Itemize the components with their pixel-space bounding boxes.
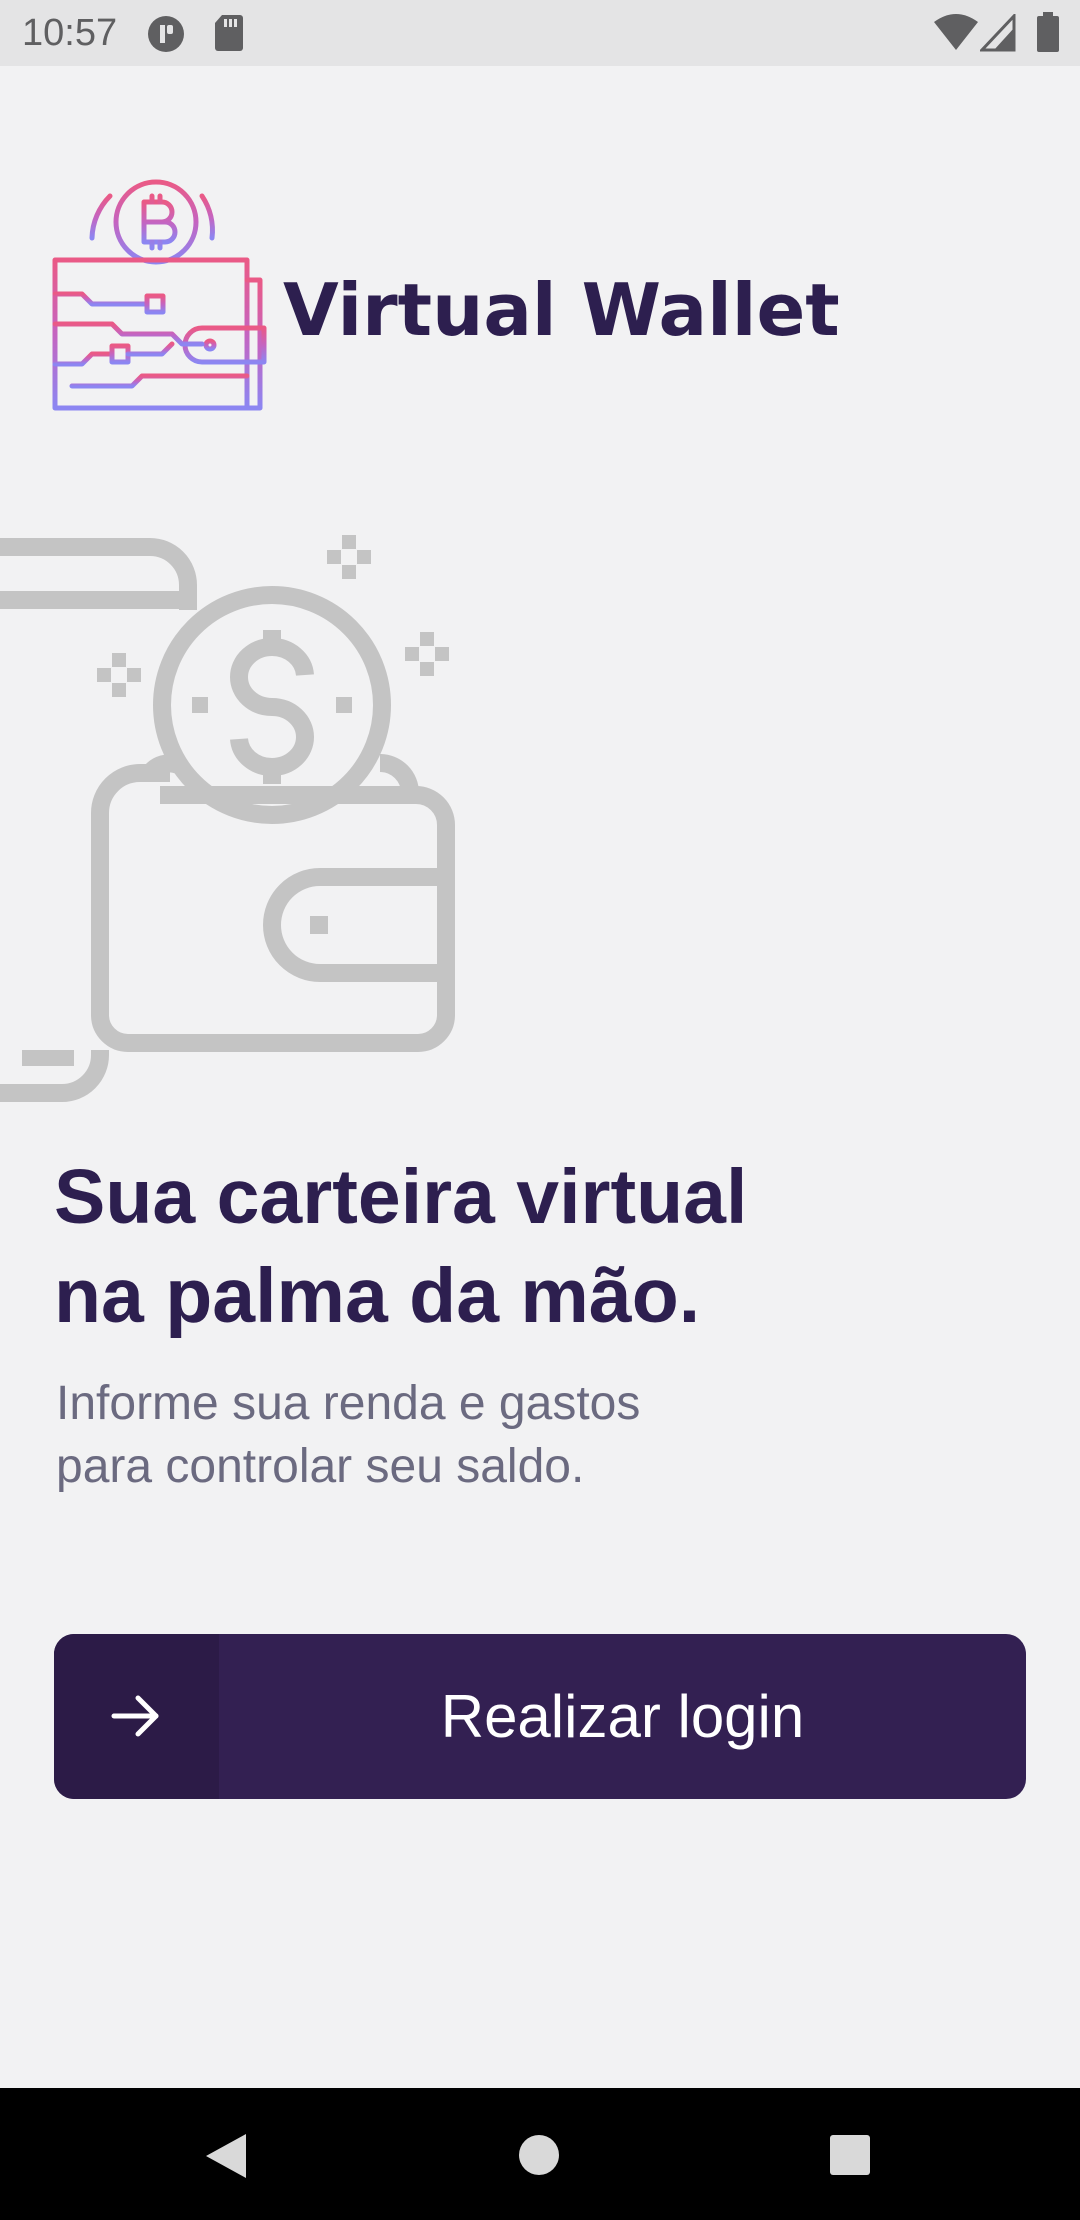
notification-app-icon (148, 16, 184, 52)
headline-line-2: na palma da mão. (54, 1253, 701, 1339)
sd-card-icon (215, 15, 243, 51)
subtitle-line-1: Informe sua renda e gastos (56, 1377, 641, 1430)
headline: Sua carteira virtual na palma da mão. (54, 1148, 954, 1346)
battery-icon (1037, 12, 1059, 52)
arrow-right-icon (111, 1695, 159, 1737)
login-icon-box (54, 1634, 219, 1799)
status-bar: 10:57 (0, 0, 1080, 66)
wallet-coin-illustration-icon (0, 535, 455, 1102)
status-time: 10:57 (22, 12, 118, 54)
cell-signal-icon (980, 14, 1016, 52)
subtitle-line-2: para controlar seu saldo. (56, 1440, 585, 1493)
headline-line-1: Sua carteira virtual (54, 1154, 748, 1240)
login-button[interactable]: Realizar login (54, 1634, 1026, 1799)
brand-name: Virtual Wallet (283, 268, 840, 352)
back-icon[interactable] (204, 2132, 248, 2180)
navigation-bar (0, 2088, 1080, 2220)
bitcoin-wallet-logo-icon (52, 179, 267, 411)
recents-icon[interactable] (829, 2134, 871, 2176)
welcome-screen: 10:57 Virtual Wallet Sua carteira virtua… (0, 0, 1080, 2220)
login-button-label: Realizar login (440, 1683, 805, 1750)
wifi-icon (934, 14, 978, 50)
home-icon[interactable] (518, 2134, 560, 2176)
subtitle: Informe sua renda e gastos para controla… (56, 1372, 956, 1498)
